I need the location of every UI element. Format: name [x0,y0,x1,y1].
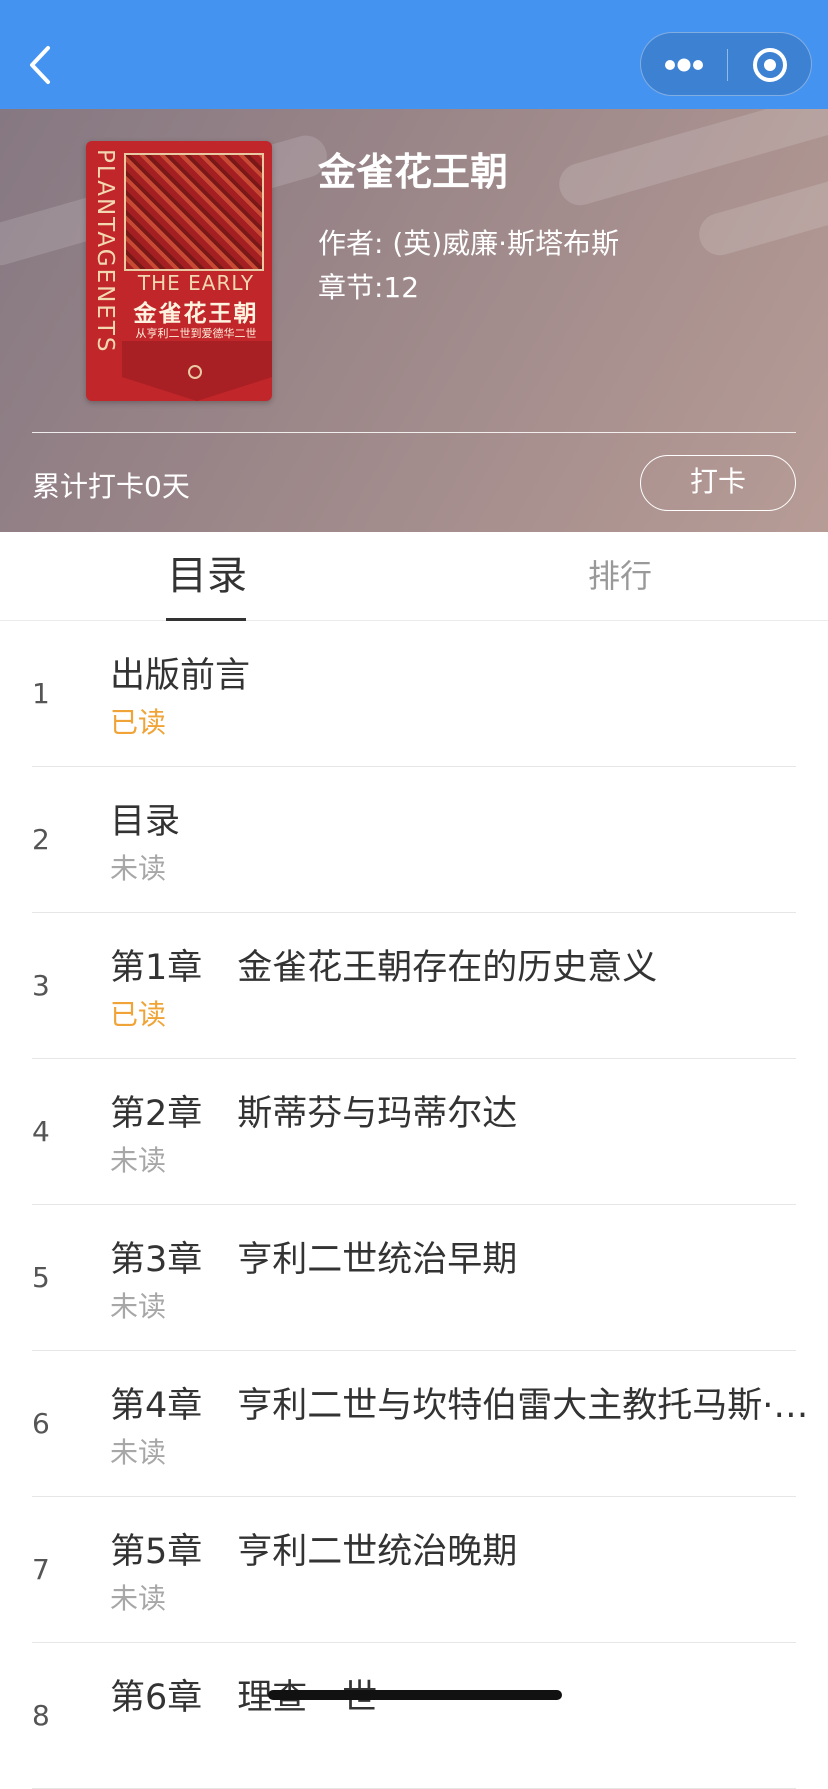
chapter-title: 第3章 亨利二世统治早期 [110,1240,518,1280]
book-chapter-count: 章节:12 [318,271,420,304]
decorative-stripe [694,164,828,261]
read-status: 已读 [110,706,167,739]
book-author: 作者: (英)威廉·斯塔布斯 [318,227,620,260]
chapter-title: 目录 [110,802,181,842]
checkin-count: 累计打卡0天 [32,470,190,503]
chapter-number: 6 [32,1407,50,1440]
chapter-number: 1 [32,677,50,710]
chapter-item[interactable]: 1 出版前言 已读 [32,621,796,767]
chapter-number: 7 [32,1553,50,1586]
book-cover[interactable]: PLANTAGENETS THE EARLY 金雀花王朝 从亨利二世到爱德华二世 [86,141,272,401]
chapter-item[interactable]: 8 第6章 理查一世 [32,1643,796,1789]
cover-illustration [124,153,264,271]
more-dots-icon [665,58,703,72]
chapter-item[interactable]: 5 第3章 亨利二世统治早期 未读 [32,1205,796,1351]
chapter-number: 2 [32,823,50,856]
chapter-item[interactable]: 6 第4章 亨利二世与坎特伯雷大主教托马斯·贝克特 未读 [32,1351,810,1497]
chapter-number: 3 [32,969,50,1002]
chapter-title: 第1章 金雀花王朝存在的历史意义 [110,948,658,988]
read-status: 未读 [110,1290,167,1323]
checkin-button[interactable]: 打卡 [640,455,796,511]
publisher-logo-icon [188,365,202,379]
cover-spine-text: PLANTAGENETS [92,149,118,354]
cover-subtitle: 从亨利二世到爱德华二世 [135,327,257,340]
cover-english-title: THE EARLY [137,271,255,295]
chapter-title: 出版前言 [110,656,251,696]
chapter-list: 1 出版前言 已读 2 目录 未读 3 第1章 金雀花王朝存在的历史意义 已读 … [0,621,828,1789]
book-header: PLANTAGENETS THE EARLY 金雀花王朝 从亨利二世到爱德华二世… [0,109,828,532]
chapter-title: 第5章 亨利二世统治晚期 [110,1532,518,1572]
book-title: 金雀花王朝 [318,150,509,194]
cover-chinese-title: 金雀花王朝 [133,300,259,327]
chapter-number: 5 [32,1261,50,1294]
chapter-title: 第2章 斯蒂芬与玛蒂尔达 [110,1094,518,1134]
read-status: 已读 [110,998,167,1031]
miniprogram-capsule [640,32,812,96]
chapter-number: 4 [32,1115,50,1148]
read-status: 未读 [110,1436,167,1469]
close-miniprogram-button[interactable] [728,33,813,97]
tab-catalog[interactable]: 目录 [134,532,280,620]
back-button[interactable] [22,36,62,94]
target-circle-icon [753,48,787,82]
tab-bar: 目录 排行 [0,532,828,621]
chapter-item[interactable]: 4 第2章 斯蒂芬与玛蒂尔达 未读 [32,1059,796,1205]
more-button[interactable] [641,33,727,97]
home-indicator[interactable] [268,1690,562,1700]
read-status: 未读 [110,852,167,885]
chapter-title: 第4章 亨利二世与坎特伯雷大主教托马斯·贝克特 [110,1386,810,1426]
chapter-item[interactable]: 3 第1章 金雀花王朝存在的历史意义 已读 [32,913,796,1059]
chapter-item[interactable]: 2 目录 未读 [32,767,796,913]
read-status: 未读 [110,1582,167,1615]
chapter-item[interactable]: 7 第5章 亨利二世统治晚期 未读 [32,1497,796,1643]
nav-bar [0,0,828,109]
read-status: 未读 [110,1144,167,1177]
chevron-left-icon [30,46,50,84]
tab-ranking[interactable]: 排行 [540,532,700,620]
header-divider [32,432,796,433]
